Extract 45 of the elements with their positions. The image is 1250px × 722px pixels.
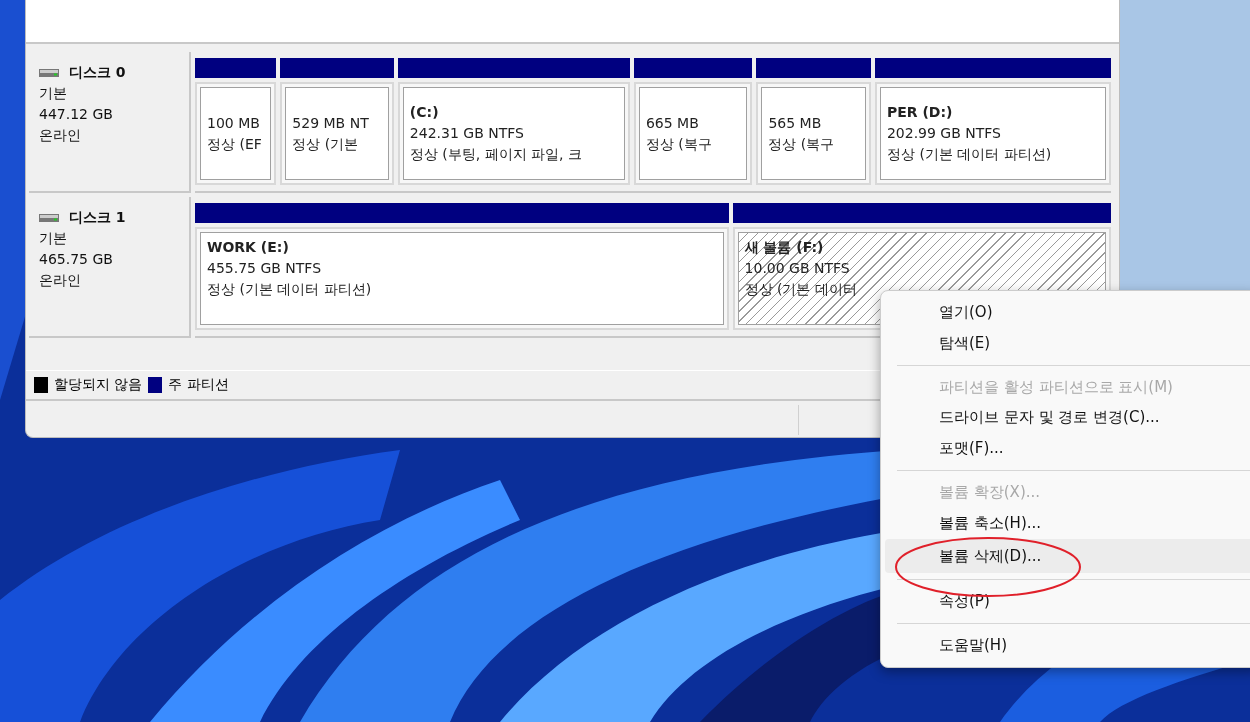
partition-status: 정상 (기본 데이터 파티션)	[886, 145, 1052, 164]
legend-label: 주 파티션	[168, 376, 229, 394]
partition-size: 202.99 GB NTFS	[886, 124, 1001, 143]
disk-name: 디스크 0	[69, 63, 126, 82]
drive-icon	[39, 68, 59, 77]
menu-item[interactable]: 도움말(H)	[885, 630, 1250, 661]
menu-item[interactable]: 드라이브 문자 및 경로 변경(C)...	[885, 402, 1250, 434]
partition-size: 10.00 GB NTFS	[744, 259, 850, 278]
disk-type: 기본	[39, 84, 67, 103]
partition-block[interactable]: (C:) 242.31 GB NTFS 정상 (부팅, 페이지 파일, 크	[402, 87, 625, 180]
partition-size: 242.31 GB NTFS	[409, 124, 524, 143]
disk-status: 온라인	[39, 271, 81, 290]
partition-block[interactable]: PER (D:) 202.99 GB NTFS 정상 (기본 데이터 파티션)	[879, 87, 1106, 180]
partition-status: 정상 (복구	[645, 134, 712, 154]
partition-status: 정상 (EF	[207, 134, 262, 154]
partition-status: 정상 (부팅, 페이지 파일, 크	[409, 145, 583, 164]
disk-size: 465.75 GB	[39, 250, 113, 269]
partition-size: 665 MB	[645, 113, 699, 133]
menu-item[interactable]: 볼륨 축소(H)...	[885, 507, 1250, 539]
disk-status: 온라인	[39, 126, 81, 145]
menu-item[interactable]: 포맷(F)...	[885, 433, 1250, 465]
partition-block[interactable]: 665 MB 정상 (복구	[638, 87, 748, 180]
partition-title: WORK (E:)	[207, 238, 289, 257]
menu-item[interactable]: 탐색(E)	[885, 327, 1250, 359]
partition-block[interactable]: 529 MB NT 정상 (기본	[285, 87, 389, 180]
disk-type: 기본	[39, 229, 67, 248]
partition-status: 정상 (기본 데이터	[744, 280, 857, 299]
partition-status: 정상 (기본	[292, 134, 359, 154]
partition-status: 정상 (복구	[768, 134, 835, 154]
partition-status: 정상 (기본 데이터 파티션)	[207, 280, 372, 299]
partition-title: (C:)	[409, 103, 439, 122]
partition-size: 455.75 GB NTFS	[207, 259, 322, 278]
drive-icon	[39, 213, 59, 222]
partition-block[interactable]: 565 MB 정상 (복구	[761, 87, 866, 180]
partition-title: PER (D:)	[886, 103, 953, 122]
partition-block[interactable]: WORK (E:) 455.75 GB NTFS 정상 (기본 데이터 파티션)	[200, 232, 724, 325]
disk-size: 447.12 GB	[39, 105, 113, 124]
partition-size: 100 MB	[207, 113, 260, 133]
partition-title: 새 볼륨 (F:)	[744, 238, 824, 257]
partition-size: 565 MB	[768, 113, 822, 133]
disk-name: 디스크 1	[69, 208, 126, 227]
partition-size: 529 MB NT	[292, 113, 369, 133]
menu-item[interactable]: 볼륨 삭제(D)...	[885, 538, 1250, 574]
legend-label: 할당되지 않음	[54, 376, 143, 394]
partition-block[interactable]: 100 MB 정상 (EF	[200, 87, 272, 180]
